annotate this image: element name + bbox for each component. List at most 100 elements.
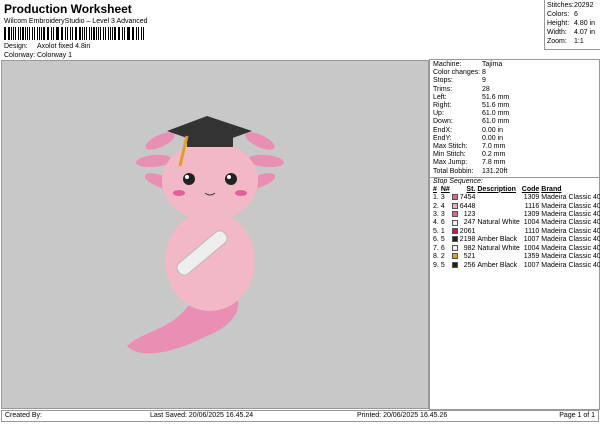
stop-number: 1. [433, 194, 439, 202]
thread-code: 1007 [523, 261, 540, 269]
barcode-bar [76, 27, 78, 40]
design-preview [1, 60, 429, 409]
info-value: 4.07 in [574, 29, 596, 36]
info-value: 0.00 in [482, 134, 504, 142]
thread-description [476, 194, 520, 202]
column-header: Brand [541, 185, 562, 193]
color-swatch [451, 228, 459, 236]
barcode-bar [14, 27, 17, 40]
thread-description [476, 228, 520, 236]
design-name: Axolot fixed 4.8in [37, 43, 91, 50]
info-value: 7.8 mm [482, 159, 506, 167]
color-swatch [451, 253, 459, 261]
thread-description: Amber Black [477, 261, 518, 269]
info-value: 0.2 mm [482, 151, 506, 159]
color-swatch [451, 219, 459, 227]
needle-number: 6 [440, 244, 445, 252]
needle-number: 1 [440, 227, 445, 235]
barcode-bar [57, 27, 59, 40]
stitch-count: 521 [463, 253, 476, 261]
thread-code: 1004 [523, 219, 540, 227]
last-saved: Last Saved: 20/06/2025 16.45.24 [150, 412, 254, 419]
info-label: Min Stitch: [433, 151, 466, 159]
info-value: 1:1 [574, 38, 584, 45]
info-row: Max Jump: 7.8 mm [430, 159, 599, 167]
stitch-count: 6448 [459, 202, 476, 210]
design-label: Design: [4, 43, 28, 50]
barcode-bar [13, 27, 14, 40]
barcode-bar [33, 27, 35, 40]
needle-number: 6 [440, 219, 445, 227]
barcode-bar [121, 27, 124, 40]
info-row: Min Stitch: 0.2 mm [430, 151, 599, 159]
table-row: 7. 6 982 Natural White 1004 Madeira Classic 4… [432, 245, 600, 253]
info-label: EndX: [433, 126, 453, 134]
info-value: 51.6 mm [482, 102, 510, 110]
barcode-bar [48, 27, 49, 40]
barcode-bar [71, 27, 73, 40]
column-header: N# [440, 185, 450, 193]
thread-brand: Madeira Classic 40 [541, 219, 600, 227]
column-header: Description [477, 185, 516, 193]
info-label: Color changes: [433, 69, 481, 77]
details-panel: Machine: Tajima Color changes: 8 Stops: 9 Trim… [429, 59, 600, 410]
stitch-count: 982 [463, 244, 476, 252]
info-label: Width: [547, 29, 567, 36]
thread-code: 1116 [524, 202, 540, 210]
info-row: Stops: 9 [430, 77, 599, 85]
thread-brand: Madeira Classic 40 [541, 236, 600, 244]
info-label: Right: [433, 102, 452, 110]
table-row: 3. 3 123 1309 Madeira Classic 40 [432, 211, 600, 219]
barcode-bar [27, 27, 29, 40]
machine-info: Machine: Tajima Color changes: 8 Stops: 9 Trim… [430, 60, 599, 176]
barcode-bar [43, 27, 45, 40]
info-value: 20292 [574, 2, 594, 9]
colorway-row: Colorway: Colorway 1 [4, 52, 72, 59]
barcode [4, 27, 146, 40]
barcode-bar [104, 27, 106, 40]
thread-description: Amber Black [477, 236, 518, 244]
barcode-bar [114, 27, 116, 40]
info-value: 61.0 mm [482, 118, 510, 126]
info-label: Down: [433, 118, 453, 126]
swatch-header [451, 186, 459, 194]
info-row: EndY: 0.00 in [430, 135, 599, 143]
axolotl-embroidery-image [127, 116, 284, 354]
barcode-bar [93, 27, 95, 40]
stitch-count: 247 [463, 219, 476, 227]
table-row: 6. 5 2198 Amber Black 1007 Madeira Classic 40 [432, 236, 600, 244]
barcode-bar [135, 27, 138, 40]
info-row: Left: 51.6 mm [430, 94, 599, 102]
barcode-bar [142, 27, 144, 40]
barcode-bar [8, 27, 10, 40]
info-label: Up: [433, 110, 444, 118]
stitch-count: 2061 [459, 227, 476, 235]
table-row: 8. 2 521 1359 Madeira Classic 40 [432, 253, 600, 261]
design-row: Design: Axolot fixed 4.8in [4, 43, 90, 50]
barcode-bar [5, 27, 7, 40]
barcode-bar [112, 27, 114, 40]
table-row: 4. 6 247 Natural White 1004 Madeira Classic 4… [432, 219, 600, 227]
info-label: Max Jump: [433, 159, 468, 167]
thread-brand: Madeira Classic 40 [541, 202, 600, 210]
info-row: Up: 61.0 mm [430, 110, 599, 118]
table-row: 1. 3 7454 1309 Madeira Classic 40 [432, 194, 600, 202]
barcode-bar [55, 27, 57, 40]
thread-brand: Madeira Classic 40 [541, 253, 600, 261]
thread-description: Natural White [477, 244, 520, 252]
barcode-bar [79, 27, 81, 40]
stop-number: 4. [433, 219, 439, 227]
thread-brand: Madeira Classic 40 [541, 227, 600, 235]
stitch-count: 123 [463, 211, 476, 219]
info-label: Zoom: [547, 38, 567, 45]
color-swatch [451, 194, 459, 202]
info-label: Machine: [433, 61, 462, 68]
thread-brand: Madeira Classic 40 [541, 261, 600, 269]
colorway-label: Colorway: [4, 52, 36, 59]
info-row: Trims: 28 [430, 86, 599, 94]
stop-number: 5. [433, 227, 439, 235]
thread-code: 1004 [523, 244, 540, 252]
stop-number: 6. [433, 236, 439, 244]
table-row: 2. 4 6448 1116 Madeira Classic 40 [432, 203, 600, 211]
thread-description [476, 203, 520, 211]
